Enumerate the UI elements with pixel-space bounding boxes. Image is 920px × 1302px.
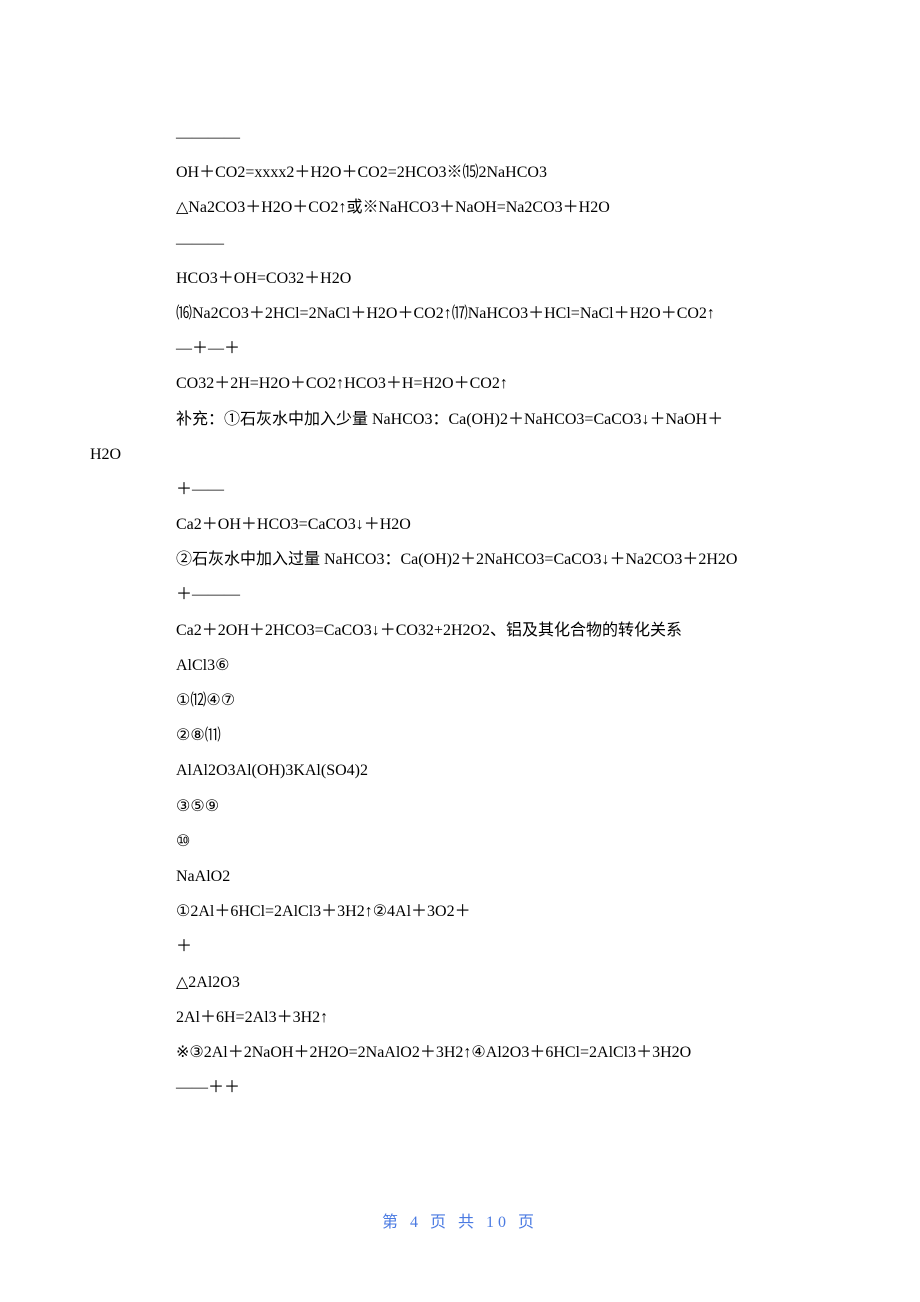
- text-line: HCO3＋OH=CO32＋H2O: [90, 261, 830, 296]
- text-line: ①⑿④⑦: [90, 683, 830, 718]
- text-line: Ca2＋OH＋HCO3=CaCO3↓＋H2O: [90, 507, 830, 542]
- text-line: 补充：①石灰水中加入少量 NaHCO3：Ca(OH)2＋NaHCO3=CaCO3…: [90, 402, 830, 437]
- page-footer: 第 4 页 共 10 页: [0, 1208, 920, 1232]
- text-line: ※③2Al＋2NaOH＋2H2O=2NaAlO2＋3H2↑④Al2O3＋6HCl…: [90, 1035, 830, 1070]
- text-line: ———: [90, 226, 830, 261]
- text-line: ＋———: [90, 577, 830, 612]
- text-line: CO32＋2H=H2O＋CO2↑HCO3＋H=H2O＋CO2↑: [90, 366, 830, 401]
- text-line: △2Al2O3: [90, 965, 830, 1000]
- text-line: △Na2CO3＋H2O＋CO2↑或※NaHCO3＋NaOH=Na2CO3＋H2O: [90, 190, 830, 225]
- text-line: 2Al＋6H=2Al3＋3H2↑: [90, 1000, 830, 1035]
- text-line: ①2Al＋6HCl=2AlCl3＋3H2↑②4Al＋3O2＋: [90, 894, 830, 929]
- document-page: ———— OH＋CO2=xxxx2＋H2O＋CO2=2HCO3※⒂2NaHCO3…: [0, 0, 920, 1105]
- text-line: ＋——: [90, 472, 830, 507]
- text-line: AlCl3⑥: [90, 648, 830, 683]
- text-line: ————: [90, 120, 830, 155]
- text-line: ②石灰水中加入过量 NaHCO3：Ca(OH)2＋2NaHCO3=CaCO3↓＋…: [90, 542, 830, 577]
- text-line: OH＋CO2=xxxx2＋H2O＋CO2=2HCO3※⒂2NaHCO3: [90, 155, 830, 190]
- text-line: ⒃Na2CO3＋2HCl=2NaCl＋H2O＋CO2↑⒄NaHCO3＋HCl=N…: [90, 296, 830, 331]
- text-line: Ca2＋2OH＋2HCO3=CaCO3↓＋CO32+2H2O2、铝及其化合物的转…: [90, 613, 830, 648]
- text-line: ③⑤⑨: [90, 789, 830, 824]
- text-line: NaAlO2: [90, 859, 830, 894]
- text-line: AlAl2O3Al(OH)3KAl(SO4)2: [90, 753, 830, 788]
- text-line: —＋—＋: [90, 331, 830, 366]
- text-line: ＋: [90, 929, 830, 964]
- text-line: H2O: [90, 437, 830, 472]
- text-line: ——＋＋: [90, 1070, 830, 1105]
- text-line: ⑩: [90, 824, 830, 859]
- text-line: ②⑧⑾: [90, 718, 830, 753]
